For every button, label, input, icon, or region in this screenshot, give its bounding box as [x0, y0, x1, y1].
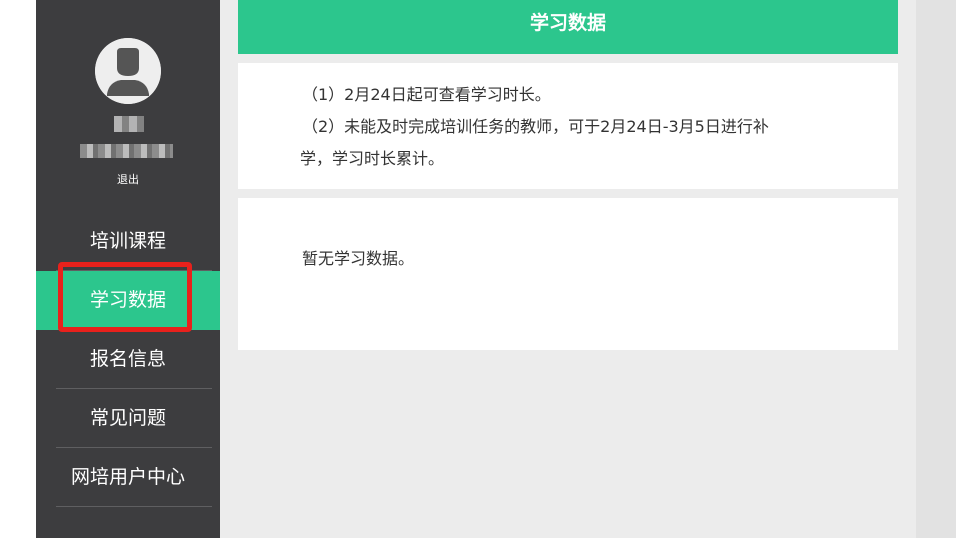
sidebar: 退出 培训课程 学习数据 报名信息 常见问题 网培用户中心: [36, 0, 220, 538]
notice-line-2: （2）未能及时完成培训任务的教师，可于2月24日-3月5日进行补 学，学习时长累…: [300, 111, 862, 175]
user-silhouette-icon: [95, 38, 161, 104]
user-avatar: [95, 38, 161, 104]
sidebar-item-label: 报名信息: [89, 348, 166, 370]
sidebar-item-user-center[interactable]: 网培用户中心: [36, 448, 220, 507]
divider: [56, 506, 212, 507]
notice-panel: （1）2月24日起可查看学习时长。 （2）未能及时完成培训任务的教师，可于2月2…: [238, 63, 898, 189]
sidebar-item-faq[interactable]: 常见问题: [36, 389, 220, 448]
sidebar-item-label: 培训课程: [89, 230, 166, 252]
notice-line-2-text: （2）未能及时完成培训任务的教师，可于2月24日-3月5日进行补: [302, 117, 769, 136]
sidebar-item-registration[interactable]: 报名信息: [36, 330, 220, 389]
notice-line-2-continuation: 学，学习时长累计。: [300, 149, 445, 168]
sidebar-item-label: 网培用户中心: [70, 466, 185, 488]
user-id-redacted: [80, 144, 173, 158]
logout-link[interactable]: 退出: [36, 172, 220, 188]
sidebar-nav: 培训课程 学习数据 报名信息 常见问题 网培用户中心: [36, 212, 220, 507]
sidebar-item-courses[interactable]: 培训课程: [36, 212, 220, 271]
sidebar-item-study-data[interactable]: 学习数据: [36, 271, 220, 330]
username-redacted: [114, 116, 144, 132]
study-data-panel: 暂无学习数据。: [238, 198, 898, 350]
sidebar-item-label: 常见问题: [89, 407, 166, 429]
main-content: 学习数据 （1）2月24日起可查看学习时长。 （2）未能及时完成培训任务的教师，…: [220, 0, 916, 538]
empty-state-message: 暂无学习数据。: [302, 249, 415, 268]
page-margin: [916, 0, 956, 538]
page-title: 学习数据: [238, 0, 898, 54]
notice-line-1: （1）2月24日起可查看学习时长。: [302, 85, 551, 104]
sidebar-item-label: 学习数据: [89, 289, 166, 311]
